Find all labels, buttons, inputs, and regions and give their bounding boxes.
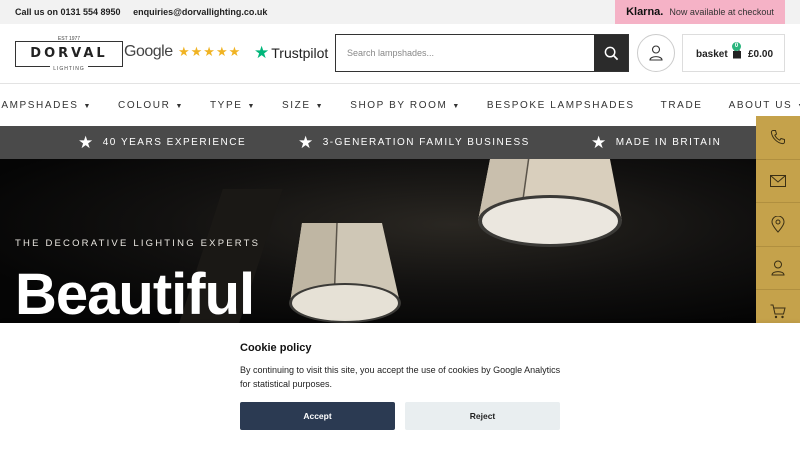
caret-down-icon: ▼	[83, 102, 93, 110]
star-icon: ★	[78, 132, 95, 152]
search-icon	[604, 46, 618, 60]
nav-item-colour[interactable]: COLOUR ▼	[105, 100, 197, 111]
hero-headline: Beautiful	[15, 262, 255, 323]
basket-total: £0.00	[748, 49, 774, 60]
caret-down-icon: ▼	[175, 102, 184, 110]
account-button[interactable]	[637, 34, 675, 72]
klarna-banner[interactable]: Klarna. Now available at checkout	[615, 0, 785, 24]
star-icon: ★	[298, 132, 315, 152]
usp-item: ★ MADE IN BRITAIN	[591, 126, 721, 159]
location-button[interactable]	[756, 203, 800, 247]
klarna-text: Now available at checkout	[669, 7, 774, 17]
basket-count-badge: 0	[732, 42, 741, 51]
user-icon	[649, 45, 663, 61]
accept-cookies-button[interactable]: Accept	[240, 402, 395, 430]
star-icon: ★	[591, 132, 608, 152]
lampshade-image	[289, 223, 401, 323]
usp-item: ★ 3-GENERATION FAMILY BUSINESS	[298, 126, 530, 159]
user-icon	[771, 260, 785, 276]
usp-bar: ★ 40 YEARS EXPERIENCE ★ 3-GENERATION FAM…	[0, 126, 756, 159]
basket-button[interactable]: basket 0 £0.00	[682, 34, 785, 72]
usp-text: 3-GENERATION FAMILY BUSINESS	[322, 137, 530, 148]
nav-label: BESPOKE LAMPSHADES	[486, 99, 635, 111]
nav-label: SIZE	[282, 99, 311, 111]
cookie-banner: Cookie policy By continuing to visit thi…	[0, 323, 800, 450]
top-bar: Call us on 0131 554 8950 enquiries@dorva…	[0, 0, 800, 24]
location-icon	[771, 215, 785, 233]
account-sidebar-button[interactable]	[756, 246, 800, 290]
nav-label: TRADE	[660, 99, 703, 111]
logo-name: DORVAL	[30, 46, 108, 61]
caret-down-icon: ▼	[452, 102, 461, 110]
phone-icon	[770, 130, 785, 145]
klarna-logo: Klarna.	[626, 6, 664, 18]
rating-stars: ★★★★★	[178, 44, 242, 59]
contact-info: Call us on 0131 554 8950 enquiries@dorva…	[15, 7, 277, 17]
usp-item: ★ 40 YEARS EXPERIENCE	[78, 126, 246, 159]
google-reviews-label[interactable]: Google	[124, 43, 173, 61]
quick-actions-sidebar	[756, 116, 800, 334]
phone-link[interactable]: Call us on 0131 554 8950	[15, 7, 121, 17]
nav-item-about-us[interactable]: ABOUT US▼	[716, 100, 800, 111]
basket-label: basket	[696, 49, 728, 60]
lampshade-image	[478, 159, 622, 247]
nav-label: SHOP BY ROOM	[350, 99, 448, 111]
nav-label: LAMPSHADES	[0, 99, 79, 111]
header: EST 1977 DORVAL LIGHTING Google ★★★★★ ★ …	[0, 24, 800, 84]
nav-item-trade[interactable]: TRADE	[648, 100, 716, 111]
usp-text: 40 YEARS EXPERIENCE	[102, 137, 247, 148]
search-button[interactable]	[594, 35, 628, 71]
site-logo[interactable]: EST 1977 DORVAL LIGHTING	[15, 36, 123, 72]
nav-item-bespoke-lampshades[interactable]: BESPOKE LAMPSHADES	[474, 100, 648, 111]
logo-sub: LIGHTING	[50, 66, 88, 72]
nav-label: ABOUT US	[728, 99, 793, 111]
nav-item-type[interactable]: TYPE ▼	[197, 100, 269, 111]
cookie-title: Cookie policy	[240, 342, 312, 354]
email-link[interactable]: enquiries@dorvallighting.co.uk	[133, 7, 267, 17]
reject-cookies-button[interactable]: Reject	[405, 402, 560, 430]
nav-item-shop-by-room[interactable]: SHOP BY ROOM ▼	[337, 100, 474, 111]
email-button[interactable]	[756, 159, 800, 203]
phone-button[interactable]	[756, 116, 800, 160]
caret-down-icon: ▼	[247, 102, 257, 110]
cart-icon	[770, 304, 786, 318]
cookie-message: By continuing to visit this site, you ac…	[240, 365, 561, 389]
nav-item-size[interactable]: SIZE ▼	[269, 100, 337, 111]
hero-tagline: THE DECORATIVE LIGHTING EXPERTS	[15, 238, 261, 249]
logo-est: EST 1977	[57, 36, 81, 42]
nav-item-lampshades[interactable]: LAMPSHADES ▼	[0, 100, 105, 111]
trustpilot-label: Trustpilot	[271, 45, 329, 61]
caret-down-icon: ▼	[315, 102, 325, 110]
hero-banner: THE DECORATIVE LIGHTING EXPERTS Beautifu…	[0, 159, 756, 323]
search-bar	[335, 34, 629, 72]
main-nav: LAMPSHADES ▼ COLOUR ▼ TYPE ▼ SIZE ▼ SHOP BY …	[0, 84, 800, 126]
search-input[interactable]	[336, 35, 594, 71]
nav-label: TYPE	[209, 99, 243, 111]
trustpilot-link[interactable]: ★ Trustpilot	[254, 43, 328, 63]
mail-icon	[770, 174, 786, 187]
nav-label: COLOUR	[118, 99, 171, 111]
usp-text: MADE IN BRITAIN	[615, 137, 722, 148]
trustpilot-star-icon: ★	[254, 43, 270, 62]
